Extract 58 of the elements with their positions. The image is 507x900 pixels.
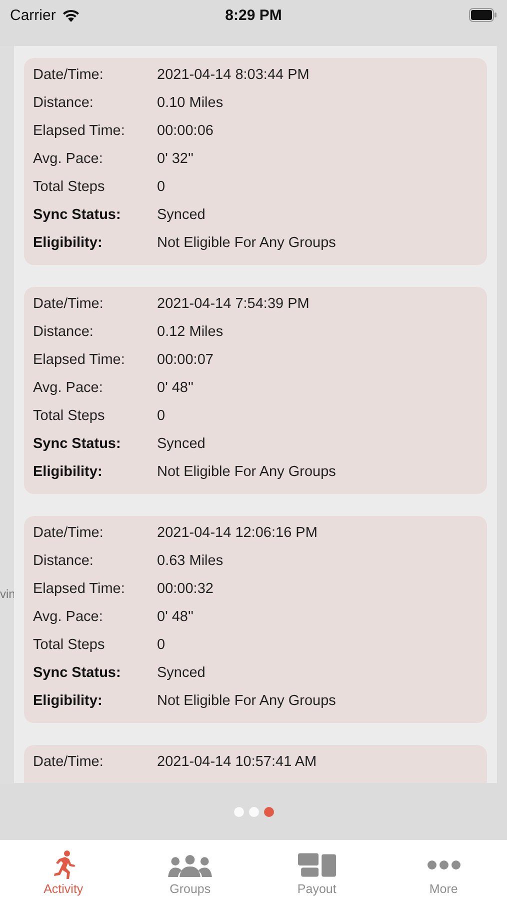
field-label: Eligibility: [33,235,104,251]
field-value: 00:00:06 [157,123,214,139]
field-value: 0 [157,408,166,424]
field-label: Sync Status: [33,207,122,223]
field-value: 2021-04-14 12:06:16 PM [157,525,318,541]
field-label: Avg. Pace: [33,151,104,167]
carrier-label: Carrier [10,6,56,24]
field-value: Synced [157,436,206,452]
field-label: Avg. Pace: [33,380,104,396]
field-label: Avg. Pace: [33,609,104,625]
field-label: Eligibility: [33,464,104,480]
more-icon [426,860,461,870]
field-value: Synced [157,665,206,681]
field-value: 0 [157,179,166,195]
field-label: Total Steps [33,637,106,653]
people-icon [168,854,212,876]
wifi-icon [60,8,81,22]
tab-item[interactable]: Groups [126,840,254,900]
field-label: Distance: [33,95,94,111]
field-label: Total Steps [33,179,106,195]
page-dot[interactable] [234,807,244,817]
field-value: 0.10 Miles [157,95,224,111]
field-label: Elapsed Time: [33,352,126,368]
field-value: 0' 48'' [157,609,194,625]
field-value: Not Eligible For Any Groups [157,235,336,251]
battery-icon [468,8,497,22]
tab-item[interactable]: Payout [254,840,380,900]
field-value: Synced [157,207,206,223]
field-value: Not Eligible For Any Groups [157,693,336,709]
field-value: 0.12 Miles [157,324,224,340]
field-value: 0' 32'' [157,151,194,167]
field-label: Elapsed Time: [33,581,126,597]
field-label: Distance: [33,553,94,569]
tab-item[interactable]: More [380,840,507,900]
field-label: Date/Time: [33,754,104,770]
status-time: 8:29 PM [225,6,282,24]
field-label: Date/Time: [33,525,104,541]
field-label: Eligibility: [33,693,104,709]
field-label: Sync Status: [33,665,122,681]
field-label: Date/Time: [33,296,104,312]
field-value: 0.63 Miles [157,553,224,569]
tab-item[interactable]: Activity [0,840,127,900]
field-label: Total Steps [33,408,106,424]
field-label: Elapsed Time: [33,123,126,139]
field-value: 2021-04-14 10:57:41 AM [157,754,317,770]
field-label: Date/Time: [33,67,104,83]
field-value: 0 [157,637,166,653]
field-label: Distance: [33,324,94,340]
field-value: 00:00:32 [157,581,214,597]
page-dot[interactable] [264,807,274,817]
field-label: Sync Status: [33,436,122,452]
field-value: 0' 48'' [157,380,194,396]
field-value: 2021-04-14 7:54:39 PM [157,296,310,312]
field-value: Not Eligible For Any Groups [157,464,336,480]
field-value: 00:00:07 [157,352,214,368]
field-value: 2021-04-14 8:03:44 PM [157,67,310,83]
page-dot[interactable] [248,807,258,817]
tiles-icon [298,853,336,877]
